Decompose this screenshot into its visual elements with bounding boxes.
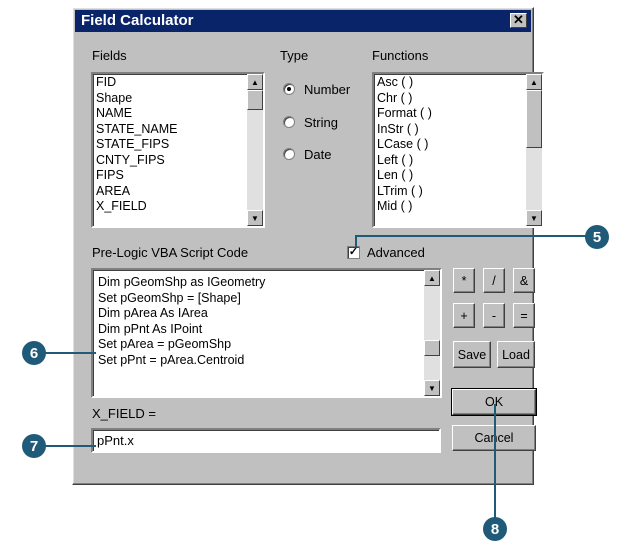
- functions-scrollbar[interactable]: ▲ ▼: [526, 74, 542, 226]
- close-button[interactable]: ✕: [510, 13, 527, 28]
- field-list-item[interactable]: FID: [96, 75, 178, 91]
- function-list-item[interactable]: Mid ( ): [377, 199, 432, 215]
- scroll-down-icon[interactable]: ▼: [424, 380, 440, 396]
- field-list-item[interactable]: FIPS: [96, 168, 178, 184]
- radio-string-label: String: [304, 115, 338, 130]
- fields-scrollbar[interactable]: ▲ ▼: [247, 74, 263, 226]
- code-scrollbar[interactable]: ▲ ▼: [424, 270, 440, 396]
- function-list-item[interactable]: Format ( ): [377, 106, 432, 122]
- operator-divide-button[interactable]: /: [483, 268, 505, 293]
- functions-label: Functions: [372, 48, 429, 63]
- function-list-item[interactable]: LTrim ( ): [377, 184, 432, 200]
- radio-date[interactable]: [283, 148, 295, 160]
- save-button[interactable]: Save: [453, 341, 491, 368]
- function-list-item[interactable]: Asc ( ): [377, 75, 432, 91]
- scroll-down-icon[interactable]: ▼: [526, 210, 542, 226]
- field-list-item[interactable]: STATE_NAME: [96, 122, 178, 138]
- field-list-item[interactable]: CNTY_FIPS: [96, 153, 178, 169]
- operator-equals-button[interactable]: =: [513, 303, 535, 328]
- fields-label: Fields: [92, 48, 127, 63]
- code-line[interactable]: Set pGeomShp = [Shape]: [98, 291, 265, 307]
- prelogic-label: Pre-Logic VBA Script Code: [92, 245, 249, 260]
- callout-5: 5: [585, 225, 609, 249]
- scroll-up-icon[interactable]: ▲: [526, 74, 542, 90]
- advanced-checkbox[interactable]: ✓: [347, 246, 360, 259]
- scroll-down-icon[interactable]: ▼: [247, 210, 263, 226]
- scroll-thumb[interactable]: [526, 90, 542, 148]
- field-list-item[interactable]: NAME: [96, 106, 178, 122]
- field-list-item[interactable]: X_FIELD: [96, 199, 178, 215]
- callout-7-leader: [40, 445, 96, 447]
- close-icon: ✕: [513, 12, 524, 27]
- check-icon: ✓: [348, 246, 359, 258]
- scroll-thumb[interactable]: [247, 90, 263, 110]
- field-list-item[interactable]: Shape: [96, 91, 178, 107]
- function-list-item[interactable]: Left ( ): [377, 153, 432, 169]
- expression-value: pPnt.x: [97, 433, 134, 448]
- function-list-item[interactable]: InStr ( ): [377, 122, 432, 138]
- scroll-thumb[interactable]: [424, 340, 440, 356]
- operator-multiply-button[interactable]: *: [453, 268, 475, 293]
- code-line[interactable]: Dim pGeomShp as IGeometry: [98, 275, 265, 291]
- field-list-item[interactable]: AREA: [96, 184, 178, 200]
- radio-string[interactable]: [283, 116, 295, 128]
- fields-list[interactable]: FID Shape NAME STATE_NAME STATE_FIPS CNTY_FIP…: [91, 72, 265, 228]
- operator-concat-button[interactable]: &: [513, 268, 535, 293]
- advanced-label: Advanced: [367, 245, 425, 260]
- callout-5-leader: [355, 235, 595, 237]
- operator-minus-button[interactable]: -: [483, 303, 505, 328]
- operator-plus-button[interactable]: +: [453, 303, 475, 328]
- radio-number-label: Number: [304, 82, 351, 97]
- window-title: Field Calculator: [81, 12, 194, 29]
- function-list-item[interactable]: Len ( ): [377, 168, 432, 184]
- code-line[interactable]: Set pArea = pGeomShp: [98, 337, 265, 353]
- functions-list[interactable]: Asc ( ) Chr ( ) Format ( ) InStr ( ) LCase (…: [372, 72, 544, 228]
- function-list-item[interactable]: LCase ( ): [377, 137, 432, 153]
- load-button[interactable]: Load: [497, 341, 535, 368]
- expression-label: X_FIELD =: [92, 406, 156, 421]
- expression-input[interactable]: pPnt.x: [91, 428, 441, 453]
- prelogic-code-box[interactable]: Dim pGeomShp as IGeometry Set pGeomShp = …: [91, 268, 442, 398]
- callout-6-leader: [40, 352, 96, 354]
- callout-8-leader: [494, 404, 496, 521]
- scroll-up-icon[interactable]: ▲: [424, 270, 440, 286]
- code-line[interactable]: Set pPnt = pArea.Centroid: [98, 353, 265, 369]
- scroll-up-icon[interactable]: ▲: [247, 74, 263, 90]
- function-list-item[interactable]: Chr ( ): [377, 91, 432, 107]
- code-line[interactable]: Dim pArea As IArea: [98, 306, 265, 322]
- callout-6: 6: [22, 341, 46, 365]
- radio-number[interactable]: [283, 83, 295, 95]
- radio-date-label: Date: [304, 147, 332, 162]
- callout-5-leader-tick: [355, 235, 357, 247]
- callout-8: 8: [483, 517, 507, 541]
- callout-7: 7: [22, 434, 46, 458]
- type-label: Type: [280, 48, 309, 63]
- field-list-item[interactable]: STATE_FIPS: [96, 137, 178, 153]
- code-line[interactable]: Dim pPnt As IPoint: [98, 322, 265, 338]
